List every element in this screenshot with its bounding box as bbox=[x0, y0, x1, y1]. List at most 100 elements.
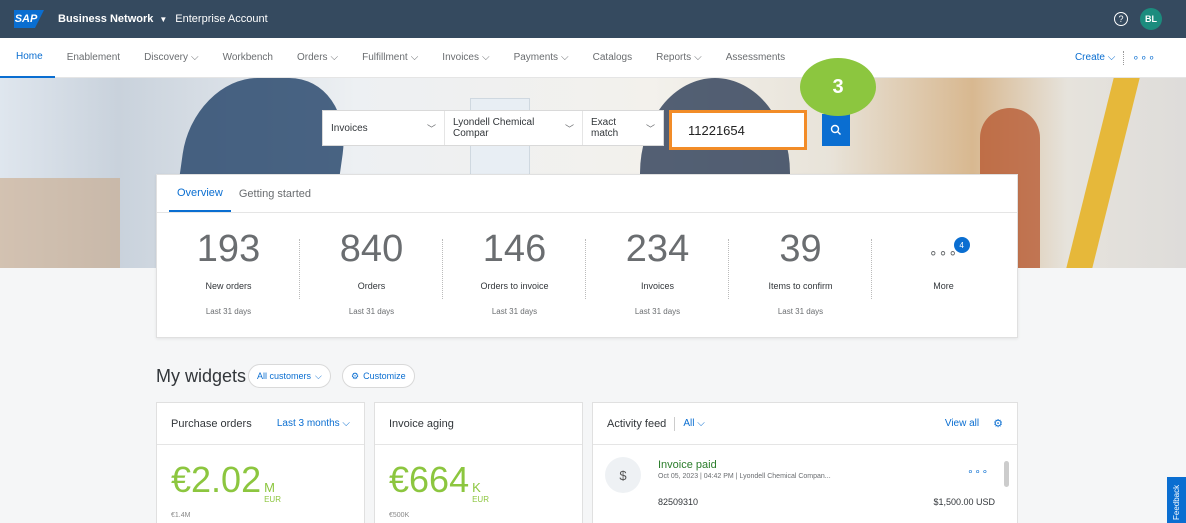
hero-decoration bbox=[0, 178, 120, 268]
kpi-tile[interactable]: 39 Items to confirm Last 31 days bbox=[729, 229, 872, 325]
chevron-down-icon: ﹀ bbox=[426, 123, 436, 134]
nav-item-enablement[interactable]: Enablement bbox=[55, 38, 132, 78]
period-select[interactable]: Last 3 months ⌵ bbox=[277, 418, 350, 429]
nav-label: Invoices bbox=[442, 52, 479, 63]
nav-item-assessments[interactable]: Assessments bbox=[714, 38, 797, 78]
nav-label: Catalogs bbox=[592, 52, 633, 63]
amount: €664 bbox=[389, 459, 470, 500]
card-title: Invoice aging bbox=[389, 417, 454, 430]
customize-button[interactable]: ⚙ Customize bbox=[342, 364, 415, 388]
create-button[interactable]: Create ⌵ bbox=[1075, 52, 1115, 63]
kpi-label: Orders bbox=[357, 281, 386, 291]
kpi-value: 39 bbox=[779, 228, 822, 270]
settings-icon[interactable]: ⚙ bbox=[993, 417, 1003, 430]
card-header: Purchase orders Last 3 months ⌵ bbox=[157, 403, 364, 445]
unit: K bbox=[472, 480, 481, 495]
kpi-tile[interactable]: 234 Invoices Last 31 days bbox=[586, 229, 729, 325]
kpi-tile[interactable]: 840 Orders Last 31 days bbox=[300, 229, 443, 325]
customer-filter-button[interactable]: All customers ⌵ bbox=[248, 364, 331, 388]
more-kpis-button[interactable]: ∘∘∘ 4 More bbox=[872, 229, 1015, 325]
account-label: Enterprise Account bbox=[175, 13, 268, 25]
nav-label: Enablement bbox=[66, 52, 121, 63]
customer-select[interactable]: Lyondell Chemical Compar ﹀ bbox=[445, 111, 583, 145]
kpi-row: 193 New orders Last 31 days 840 Orders L… bbox=[157, 213, 1017, 325]
filter-label: All bbox=[683, 418, 695, 429]
select-value: Exact match bbox=[591, 117, 619, 139]
amount: €2.02 bbox=[171, 459, 262, 500]
unit: M bbox=[264, 480, 275, 495]
chart-axis-label: €1.4M bbox=[171, 512, 191, 519]
card-title: Purchase orders bbox=[171, 417, 252, 430]
help-icon[interactable]: ? bbox=[1114, 12, 1128, 26]
invoice-icon: $ bbox=[605, 457, 641, 493]
card-header: Invoice aging bbox=[375, 403, 582, 445]
search-input[interactable] bbox=[669, 110, 807, 150]
create-label: Create bbox=[1074, 52, 1105, 63]
chevron-down-icon: ⌵ bbox=[481, 52, 490, 63]
nav-label: Orders bbox=[296, 52, 328, 63]
search-button[interactable] bbox=[822, 114, 850, 146]
nav-item-fulfillment[interactable]: Fulfillment ⌵ bbox=[350, 38, 430, 78]
chart-axis-label: €500K bbox=[389, 512, 410, 519]
feed-item-amount: $1,500.00 USD bbox=[933, 497, 995, 507]
main-nav: Home Enablement Discovery ⌵ Workbench Ord… bbox=[0, 38, 1186, 78]
kpi-tile[interactable]: 146 Orders to invoice Last 31 days bbox=[443, 229, 586, 325]
card-header: Activity feed All ⌵ View all ⚙ bbox=[593, 403, 1017, 445]
nav-label: Payments bbox=[513, 52, 559, 63]
invoice-aging-widget: Invoice aging €664 K EUR €500K bbox=[374, 402, 583, 523]
feedback-button[interactable]: Feedback bbox=[1167, 477, 1186, 523]
nav-item-invoices[interactable]: Invoices ⌵ bbox=[430, 38, 501, 78]
kpi-tile[interactable]: 193 New orders Last 31 days bbox=[157, 229, 300, 325]
activity-feed-widget: Activity feed All ⌵ View all ⚙ $ Invoice… bbox=[592, 402, 1018, 523]
more-icon: ∘∘∘ 4 bbox=[929, 229, 971, 269]
amount-value[interactable]: €2.02 M EUR bbox=[171, 459, 364, 506]
kpi-label: Invoices bbox=[640, 281, 675, 291]
chevron-down-icon: ﹀ bbox=[645, 123, 655, 134]
kpi-label: New orders bbox=[205, 281, 252, 291]
overview-tabs: Overview Getting started bbox=[157, 175, 1017, 213]
product-title[interactable]: Business Network bbox=[58, 13, 153, 25]
nav-label: Reports bbox=[656, 52, 692, 63]
feed-item-title[interactable]: Invoice paid bbox=[658, 459, 717, 471]
tab-getting-started[interactable]: Getting started bbox=[231, 175, 319, 212]
chevron-down-icon: ⌵ bbox=[190, 52, 199, 63]
nav-item-catalogs[interactable]: Catalogs bbox=[581, 38, 644, 78]
amount-value[interactable]: €664 K EUR bbox=[389, 459, 582, 506]
currency: EUR bbox=[264, 495, 281, 504]
amount-unit: K EUR bbox=[472, 480, 489, 506]
overflow-menu-icon[interactable]: ∘∘∘ bbox=[1132, 51, 1156, 64]
nav-label: Fulfillment bbox=[362, 52, 408, 63]
scrollbar[interactable] bbox=[1004, 461, 1009, 487]
nav-item-orders[interactable]: Orders ⌵ bbox=[285, 38, 350, 78]
kpi-label: More bbox=[933, 281, 954, 291]
nav-item-reports[interactable]: Reports ⌵ bbox=[644, 38, 714, 78]
overflow-menu-icon[interactable]: ∘∘∘ bbox=[967, 467, 989, 478]
kpi-period: Last 31 days bbox=[205, 307, 252, 316]
nav-item-home[interactable]: Home bbox=[0, 38, 55, 78]
feed-filter-select[interactable]: All ⌵ bbox=[683, 418, 704, 429]
sap-logo[interactable]: SAP bbox=[14, 10, 44, 28]
period-label: Last 3 months bbox=[276, 418, 340, 429]
tab-overview[interactable]: Overview bbox=[169, 175, 231, 212]
chevron-down-icon: ⌵ bbox=[315, 370, 322, 381]
nav-label: Assessments bbox=[725, 52, 786, 63]
chevron-down-icon: ⌵ bbox=[330, 52, 339, 63]
match-type-select[interactable]: Exact match ﹀ bbox=[583, 111, 663, 145]
nav-item-payments[interactable]: Payments ⌵ bbox=[502, 38, 581, 78]
select-value: Invoices bbox=[331, 122, 368, 134]
global-search: Invoices ﹀ Lyondell Chemical Compar ﹀ Exac… bbox=[322, 110, 664, 146]
document-type-select[interactable]: Invoices ﹀ bbox=[323, 111, 445, 145]
nav-item-discovery[interactable]: Discovery ⌵ bbox=[132, 38, 211, 78]
count-badge: 4 bbox=[954, 237, 971, 253]
step-badge: 3 bbox=[800, 58, 876, 116]
settings-icon: ⚙ bbox=[351, 370, 360, 381]
chevron-down-icon[interactable]: ▼ bbox=[159, 15, 167, 24]
feed-item[interactable]: $ Invoice paid Oct 05, 2023 | 04:42 PM |… bbox=[605, 453, 1009, 517]
nav-item-workbench[interactable]: Workbench bbox=[211, 38, 285, 78]
avatar[interactable]: BL bbox=[1140, 8, 1162, 30]
chevron-down-icon: ⌵ bbox=[561, 52, 569, 63]
hero-decoration bbox=[1066, 78, 1140, 268]
currency: EUR bbox=[472, 495, 489, 504]
kpi-period: Last 31 days bbox=[348, 307, 395, 316]
view-all-link[interactable]: View all bbox=[945, 418, 979, 429]
